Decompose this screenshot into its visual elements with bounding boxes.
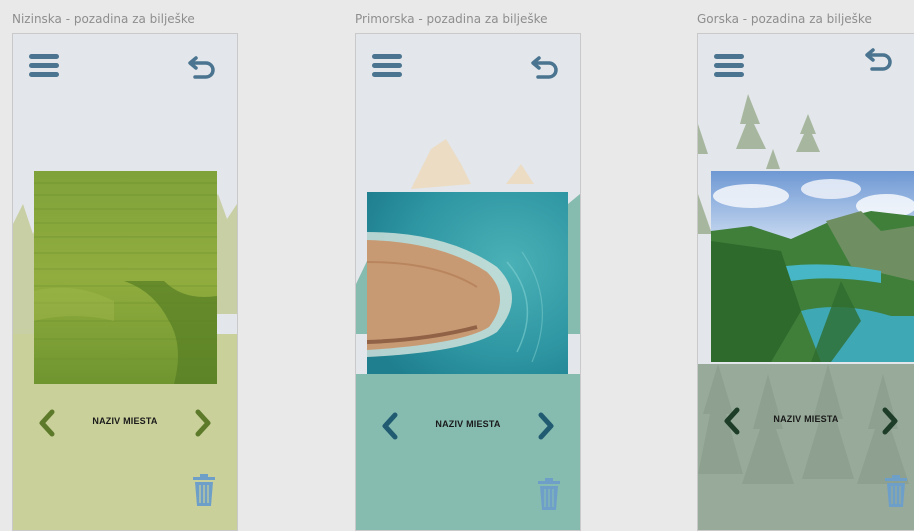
- hamburger-menu-icon[interactable]: [714, 54, 744, 78]
- trash-icon[interactable]: [537, 478, 561, 510]
- frame-title-primorska: Primorska - pozadina za bilješke: [355, 12, 548, 26]
- frame-title-gorska: Gorska - pozadina za bilješke: [697, 12, 872, 26]
- trash-icon[interactable]: [884, 475, 908, 507]
- phone-frame-primorska: NAZIV MIESTA: [355, 33, 581, 531]
- place-navigation: NAZIV MIESTA: [356, 407, 580, 447]
- hamburger-menu-icon[interactable]: [372, 54, 402, 78]
- phone-frame-gorska: NAZIV MIESTA: [697, 33, 914, 531]
- hamburger-menu-icon[interactable]: [29, 54, 59, 78]
- place-photo: [711, 171, 914, 362]
- undo-back-icon[interactable]: [530, 52, 560, 80]
- place-photo: [367, 192, 568, 374]
- trash-icon[interactable]: [192, 474, 216, 506]
- undo-back-icon[interactable]: [864, 44, 894, 72]
- undo-back-icon[interactable]: [187, 52, 217, 80]
- chevron-right-icon[interactable]: [193, 408, 213, 438]
- phone-frame-nizinska: NAZIV MIESTA: [12, 33, 238, 531]
- place-photo: [34, 171, 217, 384]
- place-navigation: NAZIV MIESTA: [698, 402, 914, 442]
- chevron-right-icon[interactable]: [880, 406, 900, 436]
- chevron-right-icon[interactable]: [536, 411, 556, 441]
- frame-title-nizinska: Nizinska - pozadina za bilješke: [12, 12, 195, 26]
- place-navigation: NAZIV MIESTA: [13, 404, 237, 444]
